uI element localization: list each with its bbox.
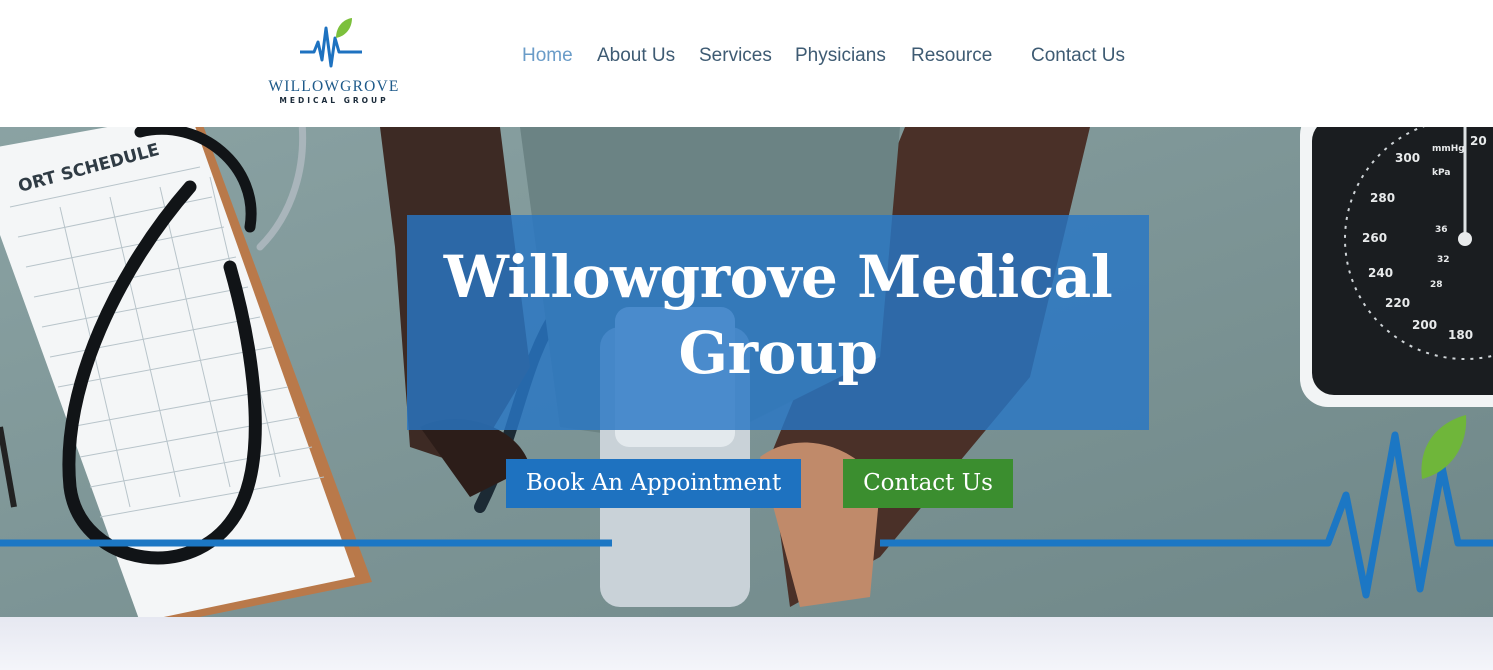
gauge-label: 300: [1395, 151, 1420, 165]
gauge-label: 260: [1362, 231, 1387, 245]
site-header: WILLOWGROVE MEDICAL GROUP Home About Us …: [0, 0, 1493, 127]
site-logo[interactable]: WILLOWGROVE MEDICAL GROUP: [262, 16, 406, 108]
gauge-label: kPa: [1432, 168, 1450, 178]
contact-us-button[interactable]: Contact Us: [843, 459, 1013, 508]
gauge-label: 200: [1412, 318, 1437, 332]
hero-banner: ORT SCHEDULE 300 280 260 240 220 200 180…: [0, 127, 1493, 617]
heartbeat-leaf-icon: [300, 18, 362, 68]
nav-about-us[interactable]: About Us: [597, 45, 675, 67]
content-section-top: [0, 617, 1493, 670]
gauge-label: 36: [1435, 225, 1448, 235]
gauge-label: mmHg: [1432, 144, 1465, 154]
brand-name: WILLOWGROVE: [268, 78, 400, 95]
hero-title: Willowgrove Medical Group: [443, 243, 1113, 387]
brand-tagline: MEDICAL GROUP: [279, 96, 389, 105]
hero-title-box: Willowgrove Medical Group: [407, 215, 1149, 430]
book-appointment-button[interactable]: Book An Appointment: [506, 459, 801, 508]
nav-contact-us[interactable]: Contact Us: [1031, 45, 1125, 67]
nav-services[interactable]: Services: [699, 45, 772, 67]
gauge-label: 180: [1448, 328, 1473, 342]
gauge-label: 280: [1370, 191, 1395, 205]
nav-resource[interactable]: Resource: [911, 45, 992, 67]
gauge-label: 20: [1470, 134, 1487, 148]
nav-physicians[interactable]: Physicians: [795, 45, 886, 67]
gauge-label: 240: [1368, 266, 1393, 280]
pressure-gauge-image: 300 280 260 240 220 200 180 36 32 28 20 …: [1300, 127, 1493, 407]
gauge-label: 32: [1437, 255, 1450, 265]
nav-home[interactable]: Home: [522, 45, 573, 67]
gauge-label: 28: [1430, 280, 1443, 290]
gauge-label: 220: [1385, 296, 1410, 310]
